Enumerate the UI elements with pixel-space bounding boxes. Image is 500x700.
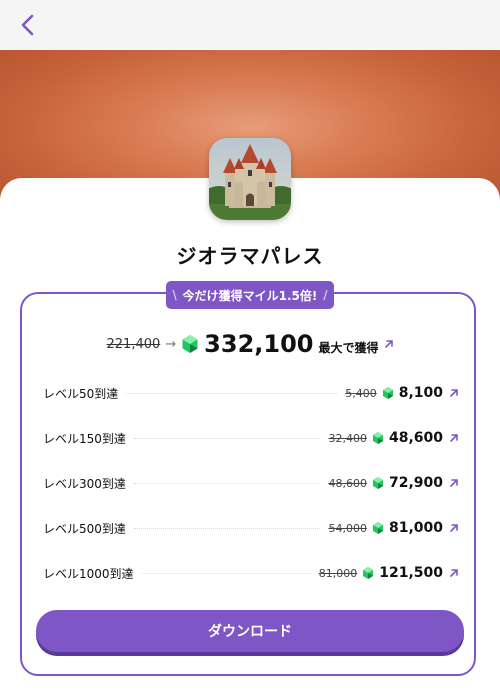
promo-text: 今だけ獲得マイル1.5倍! [182, 288, 318, 303]
total-label: 最大で獲得 [318, 340, 379, 355]
top-bar [0, 0, 500, 50]
old-value: 81,000 [318, 566, 358, 580]
reward-value: 81,000 [388, 520, 443, 536]
dotted-leader [133, 482, 321, 484]
level-label: レベル500到達 [43, 521, 126, 536]
old-value: 48,600 [328, 476, 367, 490]
external-link-icon[interactable] [384, 339, 394, 349]
level-label: レベル1000到達 [43, 566, 134, 581]
list-item: レベル300到達 48,600 72,900 [43, 473, 459, 493]
list-item: レベル1000到達 81,000 121,500 [43, 563, 459, 583]
total-value: 332,100 [204, 330, 314, 358]
gem-icon [182, 335, 198, 353]
gem-icon [372, 522, 383, 534]
list-item: レベル50到達 5,400 8,100 [43, 383, 459, 403]
total-reward: 221,400 → 332,100 最大で獲得 [0, 330, 500, 358]
dotted-leader [133, 437, 321, 439]
dotted-leader [126, 392, 338, 394]
level-label: レベル300到達 [43, 476, 126, 491]
list-item: レベル150到達 32,400 48,600 [43, 428, 459, 448]
gem-icon [372, 432, 383, 444]
old-value: 54,000 [328, 521, 367, 535]
promo-left-mark: \ [172, 288, 177, 302]
app-icon [209, 138, 291, 220]
total-old-value: 221,400 [106, 336, 161, 352]
list-item: レベル500到達 54,000 81,000 [43, 518, 459, 538]
castle-icon [209, 138, 291, 220]
download-button[interactable]: ダウンロード [36, 610, 464, 652]
reward-value: 121,500 [379, 565, 443, 581]
chevron-left-icon[interactable] [16, 13, 40, 37]
external-link-icon[interactable] [449, 433, 459, 443]
external-link-icon[interactable] [449, 478, 459, 488]
gem-icon [372, 477, 383, 489]
dotted-leader [133, 527, 321, 529]
gem-icon [363, 567, 374, 579]
reward-value: 72,900 [388, 475, 443, 491]
dotted-leader [141, 572, 311, 574]
arrow-right-icon: → [165, 336, 177, 352]
level-label: レベル150到達 [43, 431, 126, 446]
level-label: レベル50到達 [43, 386, 119, 401]
promo-right-mark: / [323, 288, 328, 302]
reward-value: 48,600 [388, 430, 443, 446]
external-link-icon[interactable] [449, 523, 459, 533]
external-link-icon[interactable] [449, 388, 459, 398]
external-link-icon[interactable] [449, 568, 459, 578]
old-value: 5,400 [345, 386, 377, 400]
old-value: 32,400 [328, 431, 367, 445]
promo-badge: \ 今だけ獲得マイル1.5倍! / [166, 281, 334, 309]
gem-icon [382, 387, 393, 399]
reward-value: 8,100 [398, 385, 443, 401]
app-title: ジオラマパレス [176, 244, 324, 268]
